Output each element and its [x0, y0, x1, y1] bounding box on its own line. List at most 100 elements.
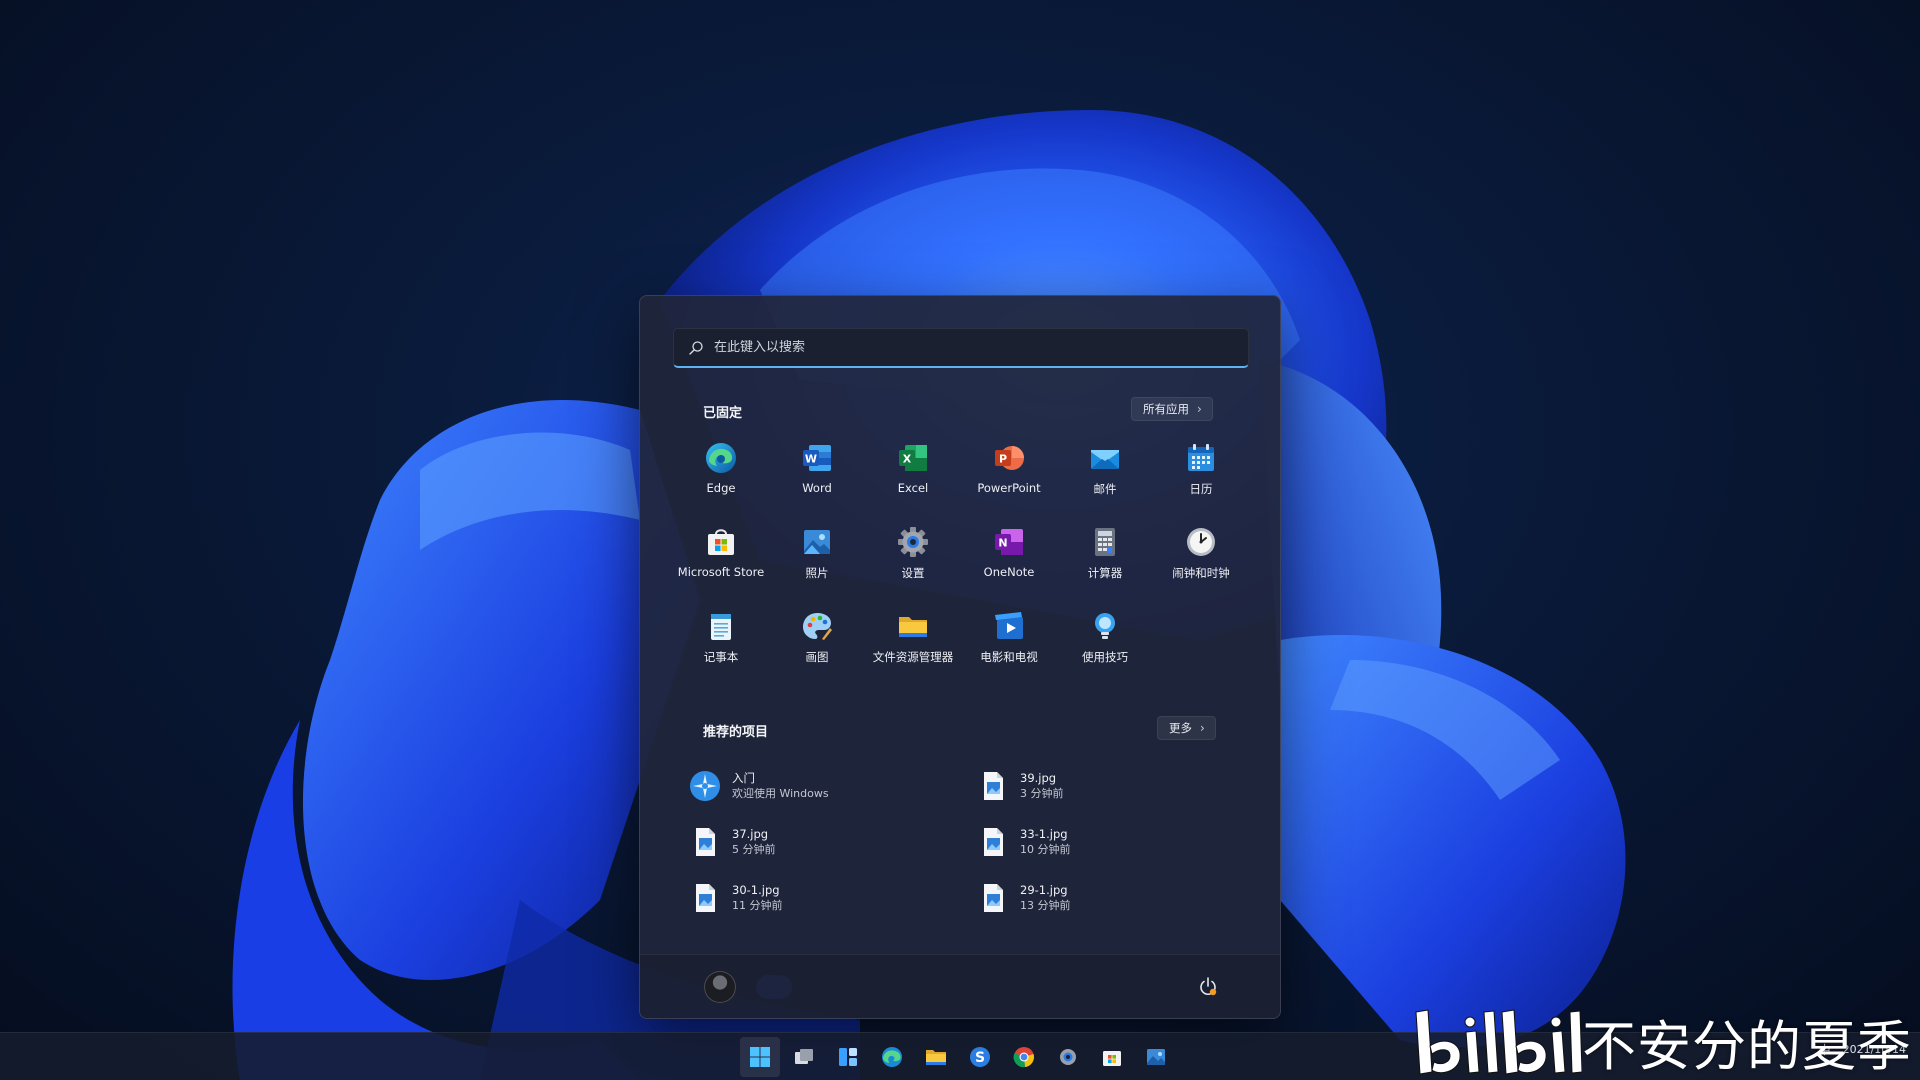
recommended-item-file[interactable]: 39.jpg 3 分钟前 — [976, 758, 1258, 814]
svg-text:W: W — [805, 453, 817, 466]
image-file-icon — [984, 828, 1003, 856]
app-label: Word — [802, 481, 832, 495]
edge-icon — [882, 1047, 902, 1067]
pinned-app-onenote[interactable]: N OneNote — [961, 517, 1057, 601]
power-icon[interactable] — [1196, 975, 1220, 999]
rec-subtitle: 10 分钟前 — [1020, 843, 1071, 856]
app-label: OneNote — [983, 565, 1035, 579]
pinned-app-word[interactable]: W Word — [769, 433, 865, 517]
excel-icon: X — [899, 445, 927, 471]
app-label: 画图 — [805, 650, 829, 664]
pinned-app-notepad[interactable]: 记事本 — [673, 601, 769, 685]
taskbar-task-view[interactable] — [784, 1037, 824, 1077]
pinned-title: 已固定 — [703, 406, 743, 421]
svg-text:P: P — [999, 453, 1007, 466]
pinned-app-settings[interactable]: 设置 — [865, 517, 961, 601]
recommended-list: 入门 欢迎使用 Windows 39.jpg 3 分钟前 37.jpg 5 分钟… — [688, 758, 1258, 926]
taskbar-store[interactable] — [1092, 1037, 1132, 1077]
app-label: 记事本 — [703, 650, 739, 664]
word-icon: W — [803, 445, 831, 471]
rec-subtitle: 3 分钟前 — [1020, 787, 1064, 800]
pinned-app-calendar[interactable]: 日历 — [1153, 433, 1249, 517]
all-apps-button[interactable]: 所有应用 › — [1131, 397, 1213, 421]
system-tray: 中 2021/10/14 — [1819, 1041, 1906, 1058]
pinned-app-alarms-clock[interactable]: 闹钟和时钟 — [1153, 517, 1249, 601]
widgets-icon — [839, 1048, 857, 1066]
user-name-redacted[interactable] — [756, 975, 792, 999]
pinned-app-file-explorer[interactable]: 文件资源管理器 — [865, 601, 961, 685]
taskbar-app-s[interactable]: S — [960, 1037, 1000, 1077]
all-apps-label: 所有应用 — [1143, 402, 1189, 416]
search-input[interactable] — [714, 340, 1234, 355]
store-icon — [1103, 1051, 1121, 1066]
rec-name: 33-1.jpg — [1020, 827, 1068, 841]
pinned-app-powerpoint[interactable]: P PowerPoint — [961, 433, 1057, 517]
image-file-icon — [984, 772, 1003, 800]
recommended-item-get-started[interactable]: 入门 欢迎使用 Windows — [688, 758, 976, 814]
settings-icon — [1060, 1049, 1076, 1065]
app-label: PowerPoint — [977, 481, 1041, 495]
pinned-app-movies-tv[interactable]: 电影和电视 — [961, 601, 1057, 685]
photos-icon — [804, 530, 830, 554]
pinned-app-microsoft-store[interactable]: Microsoft Store — [673, 517, 769, 601]
pinned-app-tips[interactable]: 使用技巧 — [1057, 601, 1153, 685]
recommended-item-file[interactable]: 33-1.jpg 10 分钟前 — [976, 814, 1258, 870]
taskbar-file-explorer[interactable] — [916, 1037, 956, 1077]
pinned-app-edge[interactable]: Edge — [673, 433, 769, 517]
clock-icon — [1187, 528, 1215, 556]
app-label: 照片 — [805, 566, 829, 580]
recommended-item-file[interactable]: 37.jpg 5 分钟前 — [688, 814, 976, 870]
task-view-icon — [795, 1049, 813, 1064]
tips-icon — [1095, 613, 1115, 639]
get-started-icon — [690, 771, 720, 801]
pinned-app-paint[interactable]: 画图 — [769, 601, 865, 685]
taskbar-start-button[interactable] — [740, 1037, 780, 1077]
paint-icon — [803, 613, 832, 640]
app-label: 邮件 — [1093, 482, 1117, 496]
calculator-icon — [1095, 528, 1115, 556]
taskbar-settings[interactable] — [1048, 1037, 1088, 1077]
pinned-app-mail[interactable]: 邮件 — [1057, 433, 1153, 517]
mail-icon — [1091, 450, 1119, 469]
recommended-item-file[interactable]: 29-1.jpg 13 分钟前 — [976, 870, 1258, 926]
image-file-icon — [984, 884, 1003, 912]
edge-icon — [706, 443, 736, 473]
recommended-item-file[interactable]: 30-1.jpg 11 分钟前 — [688, 870, 976, 926]
pinned-app-excel[interactable]: X Excel — [865, 433, 961, 517]
taskbar-edge[interactable] — [872, 1037, 912, 1077]
more-button[interactable]: 更多 › — [1157, 716, 1216, 740]
settings-icon — [898, 527, 928, 557]
svg-text:N: N — [998, 537, 1007, 550]
search-box[interactable] — [673, 328, 1249, 368]
rec-subtitle: 11 分钟前 — [732, 899, 783, 912]
user-avatar[interactable] — [704, 971, 736, 1003]
app-label: 闹钟和时钟 — [1172, 566, 1230, 580]
taskbar: S 中 2021/10/14 — [0, 1032, 1920, 1080]
app-label: 电影和电视 — [980, 650, 1038, 664]
more-label: 更多 — [1169, 721, 1192, 735]
chevron-right-icon: › — [1197, 402, 1202, 416]
taskbar-widgets[interactable] — [828, 1037, 868, 1077]
taskbar-chrome[interactable] — [1004, 1037, 1044, 1077]
app-label: Excel — [897, 481, 929, 495]
pinned-app-photos[interactable]: 照片 — [769, 517, 865, 601]
app-label: 使用技巧 — [1082, 650, 1128, 664]
recommended-title: 推荐的项目 — [703, 725, 769, 740]
movies-tv-icon — [995, 612, 1023, 639]
rec-name: 39.jpg — [1020, 771, 1057, 785]
start-icon — [750, 1047, 770, 1067]
file-explorer-icon — [899, 617, 927, 637]
pinned-app-calculator[interactable]: 计算器 — [1057, 517, 1153, 601]
onenote-icon: N — [995, 529, 1023, 555]
store-icon — [708, 529, 734, 555]
rec-subtitle: 13 分钟前 — [1020, 899, 1071, 912]
chrome-icon — [1013, 1047, 1034, 1068]
file-explorer-icon — [926, 1050, 946, 1065]
search-icon — [689, 340, 703, 355]
input-language-indicator[interactable]: 中 — [1819, 1041, 1831, 1058]
tray-date: 2021/10/14 — [1842, 1043, 1906, 1056]
clock-date[interactable]: 2021/10/14 — [1843, 1042, 1906, 1057]
photos-icon — [1147, 1049, 1165, 1065]
app-s-icon: S — [970, 1047, 990, 1067]
taskbar-photos[interactable] — [1136, 1037, 1176, 1077]
